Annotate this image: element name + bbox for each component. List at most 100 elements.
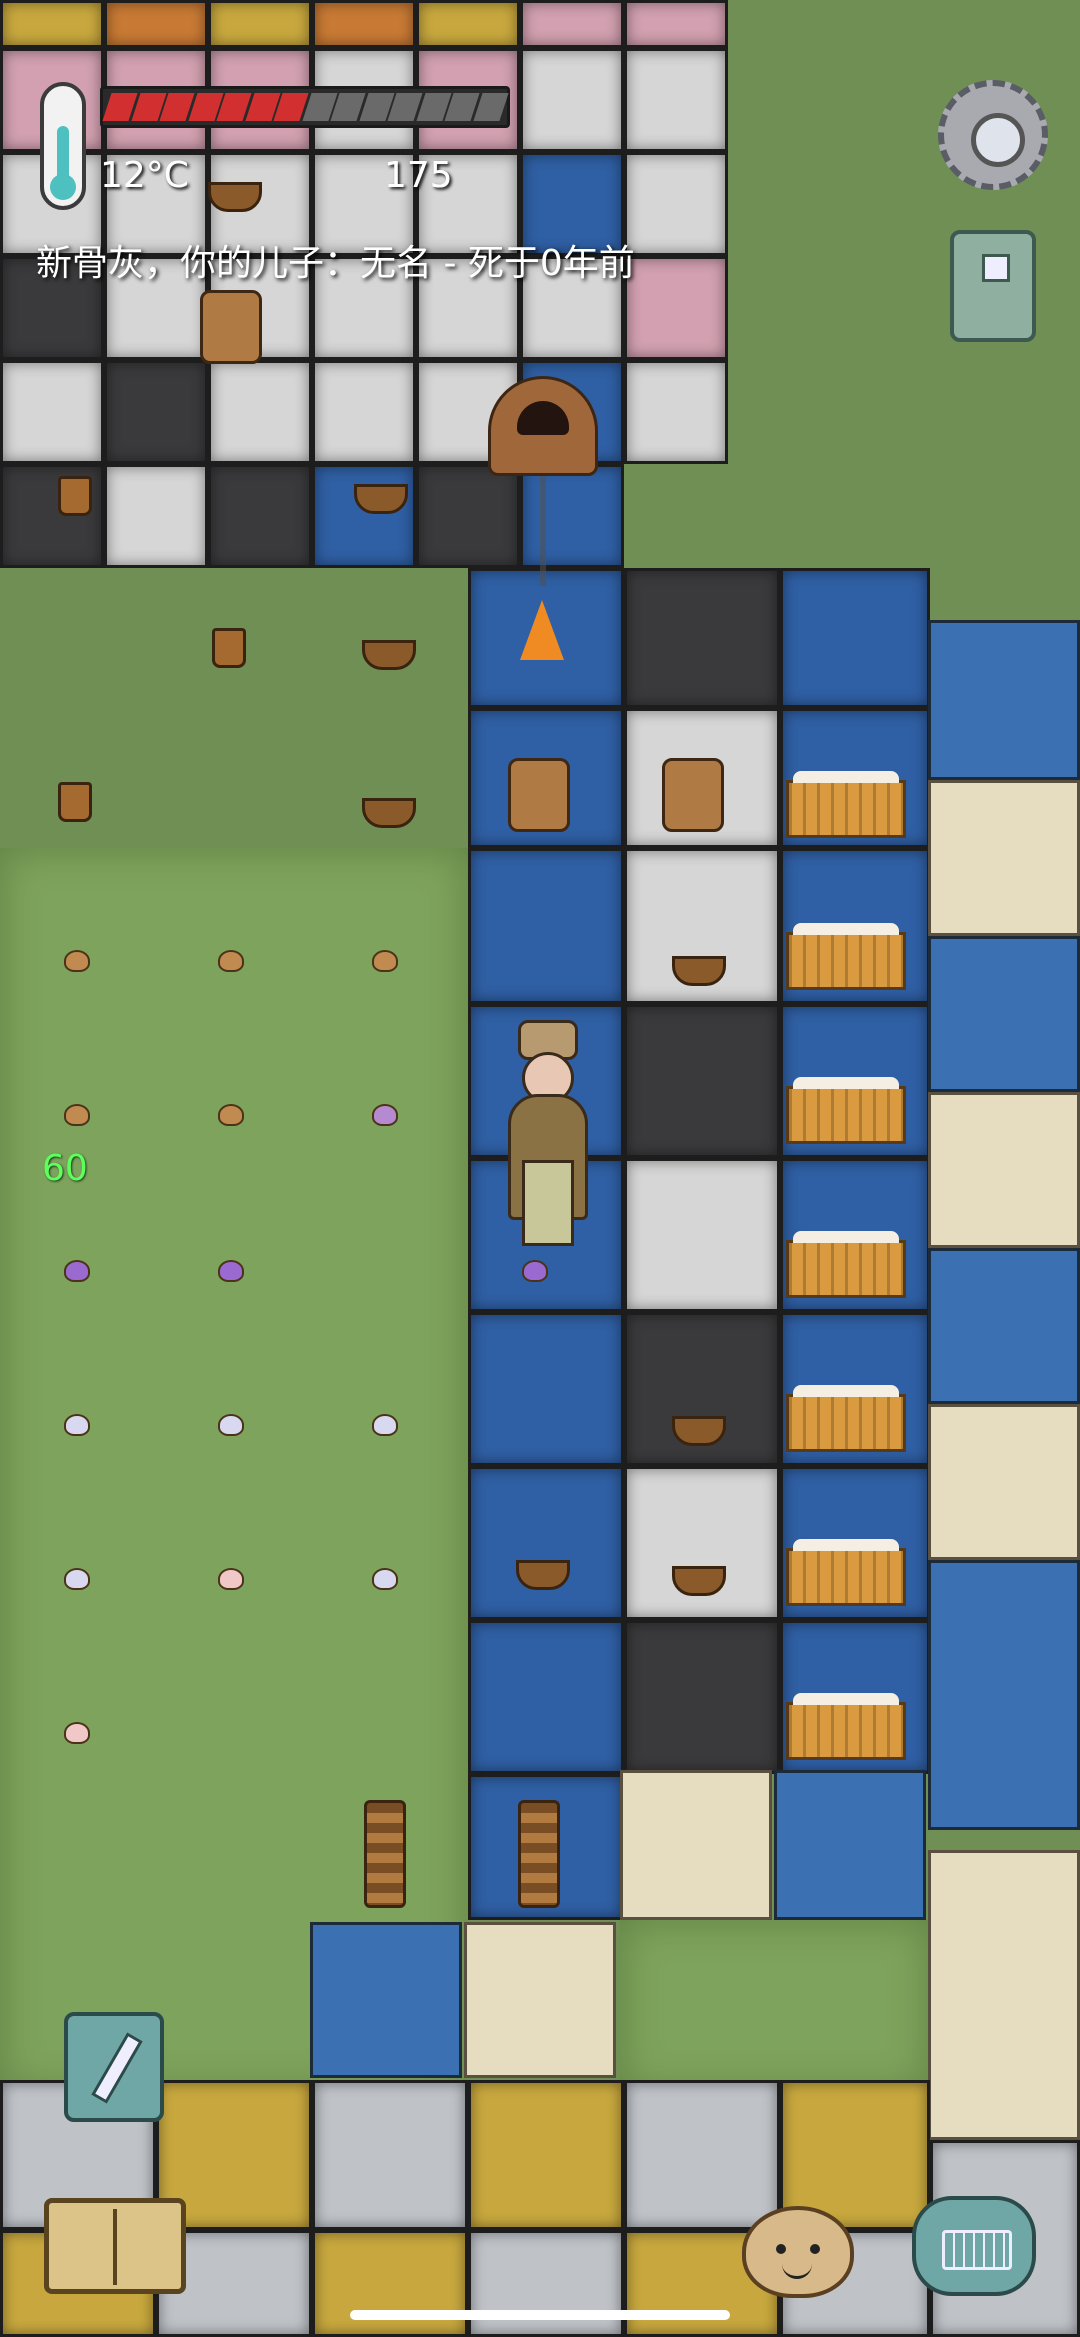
floor-tile <box>208 360 312 464</box>
floor-tile <box>312 2080 468 2230</box>
bowl-stack[interactable] <box>364 1800 406 1908</box>
plant-sprout[interactable] <box>64 1414 90 1436</box>
plant-sprout[interactable] <box>372 1414 398 1436</box>
plant-sprout[interactable] <box>64 1568 90 1590</box>
emote-face-icon[interactable] <box>742 2206 854 2298</box>
floor-tile <box>312 2230 468 2337</box>
wooden-bucket[interactable] <box>58 476 92 516</box>
wall-block <box>928 1404 1080 1560</box>
plant-sprout[interactable] <box>522 1260 548 1282</box>
plant-sprout[interactable] <box>372 1104 398 1126</box>
yum-counter: 175 <box>384 155 453 196</box>
clay-crock[interactable] <box>508 758 570 832</box>
floor-tile <box>468 1466 624 1620</box>
floor-tile <box>468 1312 624 1466</box>
floor-tile <box>468 848 624 1004</box>
wooden-bucket[interactable] <box>212 628 246 668</box>
storage-crate[interactable] <box>786 1231 906 1298</box>
storage-crate[interactable] <box>786 1385 906 1452</box>
keyboard-icon[interactable] <box>912 2196 1036 2296</box>
plant-sprout[interactable] <box>218 1260 244 1282</box>
plant-sprout[interactable] <box>218 950 244 972</box>
floor-tile <box>624 152 728 256</box>
floor-tile <box>624 256 728 360</box>
storage-crate[interactable] <box>786 923 906 990</box>
clay-crock[interactable] <box>662 758 724 832</box>
basket[interactable] <box>362 798 416 828</box>
floor-tile <box>624 48 728 152</box>
wooden-bucket[interactable] <box>58 782 92 822</box>
plant-sprout[interactable] <box>64 1104 90 1126</box>
plant-sprout[interactable] <box>218 1414 244 1436</box>
wall-block <box>620 1770 772 1920</box>
floor-tile <box>468 1620 624 1774</box>
floor-tile <box>208 0 312 48</box>
book-icon[interactable] <box>44 2198 186 2294</box>
pencil-icon[interactable] <box>64 2012 164 2122</box>
game-world[interactable] <box>0 0 1080 2337</box>
wall-block <box>928 1092 1080 1248</box>
floor-tile <box>416 0 520 48</box>
bowl-stack[interactable] <box>518 1800 560 1908</box>
wall-block <box>928 780 1080 936</box>
wall-block <box>928 1560 1080 1830</box>
storage-crate[interactable] <box>786 1539 906 1606</box>
floor-tile <box>416 464 520 568</box>
floor-tile <box>624 0 728 48</box>
floor-tile <box>208 464 312 568</box>
plant-sprout[interactable] <box>64 950 90 972</box>
floor-tile <box>624 2080 780 2230</box>
storage-crate[interactable] <box>786 1077 906 1144</box>
clay-crock[interactable] <box>200 290 262 364</box>
player-character[interactable] <box>500 1020 590 1246</box>
plant-sprout[interactable] <box>218 1568 244 1590</box>
adobe-oven[interactable] <box>488 376 598 476</box>
storage-crate[interactable] <box>786 771 906 838</box>
floor-tile <box>624 1620 780 1774</box>
food-pip <box>472 93 508 121</box>
status-message: 新骨灰，你的儿子：无名 - 死于0年前 <box>36 243 635 284</box>
coin-icon[interactable] <box>950 230 1036 342</box>
wall-block <box>774 1770 926 1920</box>
wall-block <box>928 620 1080 780</box>
floor-tile <box>624 568 780 708</box>
basket[interactable] <box>672 1566 726 1596</box>
basket[interactable] <box>208 182 262 212</box>
plant-sprout[interactable] <box>372 950 398 972</box>
floor-tile <box>468 2230 624 2337</box>
floor-tile <box>468 2080 624 2230</box>
smoke <box>540 476 546 586</box>
basket[interactable] <box>516 1560 570 1590</box>
thermometer-icon <box>40 82 86 210</box>
plant-sprout[interactable] <box>64 1260 90 1282</box>
grass-patch <box>620 1920 930 2092</box>
floor-tile <box>624 1466 780 1620</box>
floor-tile <box>312 464 416 568</box>
campfire[interactable] <box>520 600 564 660</box>
storage-crate[interactable] <box>786 1693 906 1760</box>
basket[interactable] <box>354 484 408 514</box>
basket[interactable] <box>362 640 416 670</box>
floor-tile <box>624 360 728 464</box>
floor-tile <box>780 568 930 708</box>
dress <box>522 1160 574 1246</box>
temperature-label: 12°C <box>100 155 189 196</box>
floor-tile <box>520 0 624 48</box>
gear-icon[interactable] <box>938 80 1048 190</box>
floor-tile <box>520 48 624 152</box>
floor-tile <box>520 464 624 568</box>
floor-tile <box>624 1004 780 1158</box>
plant-sprout[interactable] <box>64 1722 90 1744</box>
home-indicator[interactable] <box>350 2310 730 2320</box>
floor-tile <box>624 1158 780 1312</box>
plant-sprout[interactable] <box>218 1104 244 1126</box>
floor-tile <box>312 360 416 464</box>
wall-block <box>464 1922 616 2078</box>
plant-sprout[interactable] <box>372 1568 398 1590</box>
basket[interactable] <box>672 1416 726 1446</box>
food-meter <box>100 86 510 128</box>
wall-block <box>928 1248 1080 1404</box>
wall-block <box>928 936 1080 1092</box>
age-indicator: 60 <box>42 1148 88 1189</box>
basket[interactable] <box>672 956 726 986</box>
